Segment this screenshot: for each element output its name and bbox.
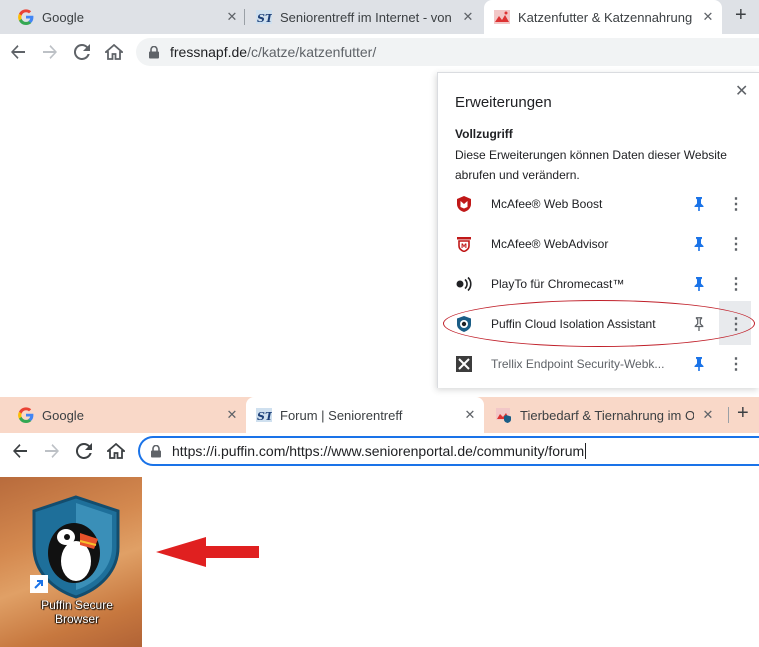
popup-title: Erweiterungen — [455, 94, 552, 111]
section-description: Diese Erweiterungen können Daten dieser … — [455, 148, 727, 182]
forward-button[interactable] — [38, 40, 62, 64]
trellix-x-icon — [456, 356, 472, 372]
seniorentreff-st-icon: ST — [256, 9, 272, 25]
extension-name: Trellix Endpoint Security-Webk... — [491, 357, 665, 371]
svg-text:ST: ST — [257, 12, 272, 25]
lock-icon — [151, 444, 161, 457]
svg-text:M: M — [461, 243, 467, 250]
shortcut-label: Puffin Secure Browser — [12, 598, 142, 626]
reload-button[interactable] — [70, 40, 94, 64]
address-bar-focused[interactable]: https://i.puffin.com/https://www.seniore… — [138, 436, 759, 466]
top-tab-strip: Google ✕ ST Seniorentreff im Internet - … — [0, 0, 759, 34]
tab-seniorentreff[interactable]: ST Seniorentreff im Internet - von ur ✕ — [246, 0, 480, 34]
playto-cast-icon — [456, 276, 472, 292]
extension-item[interactable]: PlayTo für Chromecast™ ⋮ — [438, 264, 759, 304]
arrow-left-icon — [11, 45, 25, 59]
close-icon[interactable]: ✕ — [735, 81, 748, 101]
pin-icon[interactable] — [692, 236, 706, 252]
new-tab-button[interactable]: + — [735, 4, 747, 27]
google-icon — [18, 9, 34, 25]
home-icon — [107, 443, 125, 459]
fressnapf-icon — [494, 9, 510, 25]
tab-google[interactable]: Google ✕ — [8, 0, 244, 34]
highlight-ellipse — [443, 300, 755, 347]
arrow-right-icon — [45, 444, 59, 458]
reload-button[interactable] — [72, 439, 96, 463]
more-options-button[interactable]: ⋮ — [726, 354, 746, 374]
extension-name: PlayTo für Chromecast™ — [491, 277, 625, 291]
extension-item[interactable]: McAfee® Web Boost ⋮ — [438, 184, 759, 224]
google-icon — [18, 407, 34, 423]
tab-title: Katzenfutter & Katzennahrung o — [518, 9, 694, 25]
bottom-tab-strip: Google ✕ ST Forum | Seniorentreff ✕ Tier… — [0, 397, 759, 433]
pin-icon[interactable] — [692, 196, 706, 212]
tab-close-icon[interactable]: ✕ — [700, 9, 716, 25]
home-button[interactable] — [102, 40, 126, 64]
tab-close-icon[interactable]: ✕ — [462, 407, 478, 423]
tab-close-icon[interactable]: ✕ — [460, 9, 476, 25]
home-button[interactable] — [104, 439, 128, 463]
extension-name: McAfee® Web Boost — [491, 197, 603, 211]
red-arrow-annotation — [156, 537, 259, 567]
tab-title: Google — [42, 407, 84, 423]
arrow-right-icon — [43, 45, 57, 59]
url-host: fressnapf.de — [170, 44, 248, 60]
url-path: /c/katze/katzenfutter/ — [247, 44, 377, 60]
tab-separator — [244, 9, 245, 25]
more-options-button[interactable]: ⋮ — [726, 274, 746, 294]
pin-icon[interactable] — [692, 356, 706, 372]
home-icon — [105, 44, 123, 60]
shortcut-label-line2: Browser — [54, 612, 99, 626]
extension-name: McAfee® WebAdvisor — [491, 237, 609, 251]
extension-item[interactable]: Trellix Endpoint Security-Webk... ⋮ — [438, 344, 759, 384]
tab-close-icon[interactable]: ✕ — [224, 407, 240, 423]
tab-google[interactable]: Google ✕ — [8, 397, 244, 433]
tab-fressnapf[interactable]: Katzenfutter & Katzennahrung o ✕ — [484, 0, 722, 34]
reload-icon — [74, 44, 90, 60]
tab-separator — [728, 407, 729, 423]
mcafee-shield-icon — [456, 196, 472, 212]
tab-forum-seniorentreff[interactable]: ST Forum | Seniorentreff ✕ — [246, 397, 484, 433]
text-cursor — [585, 443, 587, 459]
pin-icon[interactable] — [692, 276, 706, 292]
tab-close-icon[interactable]: ✕ — [224, 9, 240, 25]
tab-title: Seniorentreff im Internet - von ur — [280, 9, 454, 25]
section-title: Vollzugriff — [455, 127, 513, 141]
extension-item[interactable]: M McAfee® WebAdvisor ⋮ — [438, 224, 759, 264]
address-bar[interactable]: fressnapf.de/c/katze/katzenfutter/ — [136, 38, 759, 66]
back-button[interactable] — [8, 439, 32, 463]
more-options-button[interactable]: ⋮ — [726, 194, 746, 214]
svg-text:ST: ST — [257, 410, 272, 423]
more-options-button[interactable]: ⋮ — [726, 234, 746, 254]
back-button[interactable] — [6, 40, 30, 64]
arrow-left-icon — [13, 444, 27, 458]
tab-title: Tierbedarf & Tiernahrung im Onl — [520, 407, 694, 423]
forward-button[interactable] — [40, 439, 64, 463]
lock-icon — [149, 45, 159, 58]
reload-icon — [76, 443, 92, 459]
new-tab-button[interactable]: + — [737, 402, 749, 425]
desktop-background: Puffin Secure Browser — [0, 477, 142, 647]
tab-title: Forum | Seniorentreff — [280, 407, 403, 423]
seniorentreff-st-icon: ST — [256, 407, 272, 423]
url-text: https://i.puffin.com/https://www.seniore… — [172, 443, 585, 459]
tab-close-icon[interactable]: ✕ — [700, 407, 716, 423]
tab-title: Google — [42, 9, 84, 25]
shortcut-label-line1: Puffin Secure — [41, 598, 113, 612]
mcafee-webadvisor-icon: M — [456, 236, 472, 252]
shortcut-arrow-icon — [30, 575, 48, 598]
fressnapf-puffin-icon — [496, 407, 512, 423]
tab-tierbedarf[interactable]: Tierbedarf & Tiernahrung im Onl ✕ — [488, 397, 720, 433]
